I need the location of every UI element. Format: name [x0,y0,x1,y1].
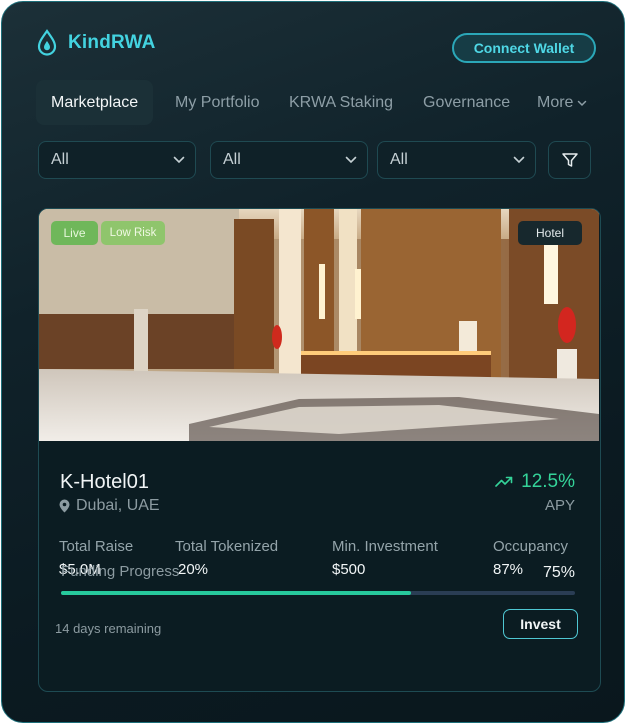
app-window: KindRWA Connect Wallet Marketplace My Po… [1,1,625,723]
stat-label-min-investment: Min. Investment [332,538,438,555]
tab-more[interactable]: More [537,80,587,125]
invest-button[interactable]: Invest [503,609,578,639]
chevron-down-icon [578,100,587,106]
stat-label-occupancy: Occupancy [493,538,569,555]
funding-progress-bar [61,591,575,595]
tab-governance[interactable]: Governance [423,80,510,125]
trending-up-icon [495,476,513,487]
stat-value-min-investment: $500 [332,561,366,578]
apy-number: 12.5% [521,471,575,492]
chevron-down-icon [345,156,357,164]
risk-badge: Low Risk [101,221,165,245]
filter-1-value: All [51,151,69,168]
connect-wallet-button[interactable]: Connect Wallet [452,33,596,63]
asset-card[interactable]: Live Low Risk Hotel K-Hotel01 Dubai, UAE… [38,208,601,692]
filter-select-1[interactable]: All [38,141,196,179]
brand[interactable]: KindRWA [36,29,156,57]
filter-select-2[interactable]: All [210,141,368,179]
funding-progress-percent: 75% [542,564,575,581]
apy-label: APY [544,497,575,514]
funding-progress-fill [61,591,411,595]
apy-value: 12.5% [495,471,575,493]
funding-progress-label: Funding Progress [61,563,180,580]
asset-name: K-Hotel01 [60,471,149,493]
stat-value-total-tokenized: 20% [178,561,209,578]
tab-marketplace[interactable]: Marketplace [36,80,154,125]
brand-name: KindRWA [68,32,156,53]
asset-details: K-Hotel01 Dubai, UAE 12.5% APY Total Rai… [39,441,599,691]
nav-tabs: Marketplace My Portfolio KRWA Staking Go… [36,80,606,126]
status-badge: Live [51,221,98,245]
filter-icon [561,153,578,167]
filter-2-value: All [223,151,241,168]
asset-location: Dubai, UAE [59,497,160,515]
chevron-down-icon [513,156,525,164]
filter-select-3[interactable]: All [377,141,536,179]
stat-value-occupancy: 87% [493,561,524,578]
filter-3-value: All [390,151,408,168]
stat-label-total-tokenized: Total Tokenized [175,538,279,555]
tab-my-portfolio[interactable]: My Portfolio [175,80,259,125]
filter-button[interactable] [548,141,591,179]
asset-photo: Live Low Risk Hotel [39,209,599,441]
type-badge: Hotel [518,221,582,245]
days-remaining: 14 days remaining [55,621,162,636]
location-text: Dubai, UAE [76,497,160,514]
drop-logo-icon [36,29,58,57]
chevron-down-icon [173,156,185,164]
tab-more-label: More [537,93,574,111]
tab-krwa-staking[interactable]: KRWA Staking [289,80,393,125]
map-pin-icon [59,499,70,513]
stat-label-total-raise: Total Raise [59,538,134,555]
